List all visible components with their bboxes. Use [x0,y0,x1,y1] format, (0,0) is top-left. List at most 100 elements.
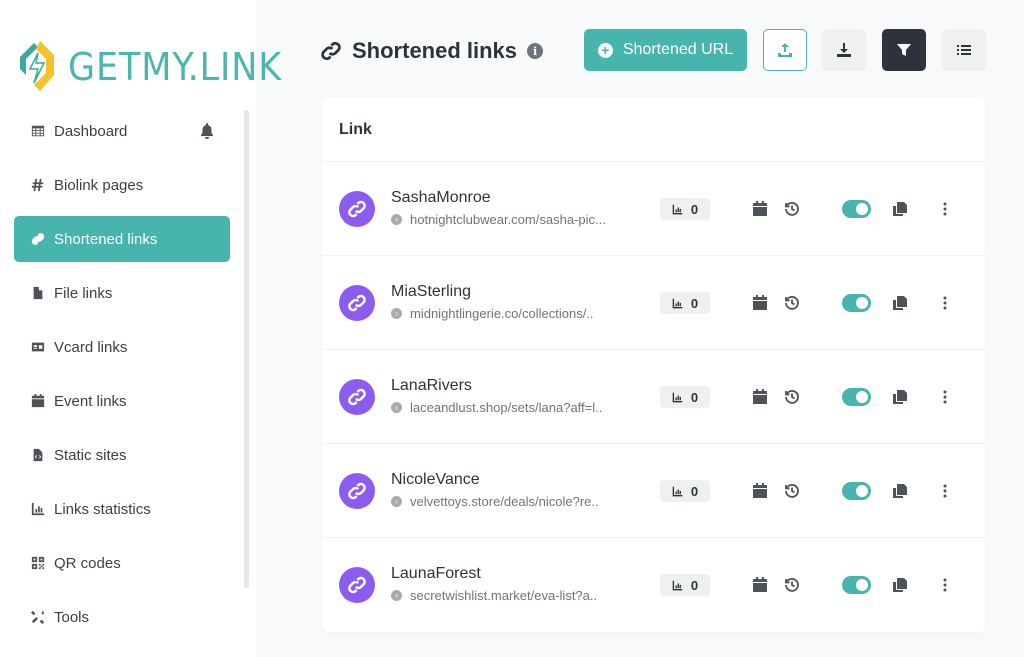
chevron-right-icon: › [391,214,402,225]
link-avatar-icon [339,567,375,603]
sidebar-item-label: Event links [54,392,127,410]
table-icon [30,123,46,139]
upload-button[interactable] [763,29,807,71]
calendar-icon[interactable] [751,388,769,406]
more-vertical-icon[interactable] [936,294,954,312]
download-button[interactable] [822,29,866,71]
history-icon[interactable] [783,576,801,594]
sidebar-item-tools[interactable]: Tools [14,594,230,640]
clicks-count: 0 [690,295,699,311]
clicks-count: 0 [690,577,699,593]
page-header: Shortened links i [320,36,544,66]
table-row: MiaSterling › midnightlingerie.co/collect… [322,256,985,350]
link-name[interactable]: SashaMonroe [391,189,491,207]
file-icon [30,285,46,301]
clicks-count: 0 [690,201,699,217]
link-avatar-icon [339,473,375,509]
link-avatar-icon [339,191,375,227]
clicks-badge[interactable]: 0 [660,198,710,220]
column-header-link: Link [322,98,985,162]
history-icon[interactable] [783,294,801,312]
link-url-text: midnightlingerie.co/collections/.. [410,306,594,321]
sidebar-item-vcard-links[interactable]: Vcard links [14,324,230,370]
tools-icon [30,609,46,625]
link-url-text: laceandlust.shop/sets/lana?aff=l.. [410,400,603,415]
link-name[interactable]: LanaRivers [391,377,472,395]
copy-icon[interactable] [891,200,909,218]
sidebar-scrollbar[interactable] [244,110,249,588]
link-url[interactable]: › midnightlingerie.co/collections/.. [391,306,594,321]
sidebar-item-file-links[interactable]: File links [14,270,230,316]
sidebar-item-shortened-links[interactable]: Shortened links [14,216,230,262]
calendar-icon[interactable] [751,482,769,500]
link-enabled-toggle[interactable] [842,294,871,312]
history-icon[interactable] [783,200,801,218]
link-name[interactable]: LaunaForest [391,565,481,583]
clicks-count: 0 [690,483,699,499]
sidebar-item-links-statistics[interactable]: Links statistics [14,486,230,532]
link-enabled-toggle[interactable] [842,482,871,500]
sidebar-nav: Dashboard Biolink pages Shortened links … [14,108,230,648]
clicks-badge[interactable]: 0 [660,480,710,502]
links-card: Link SashaMonroe › hotnightclubwear.com/s… [322,98,985,632]
download-icon [837,43,851,57]
more-vertical-icon[interactable] [936,576,954,594]
more-vertical-icon[interactable] [936,482,954,500]
table-row: SashaMonroe › hotnightclubwear.com/sasha-… [322,162,985,256]
sidebar-item-qr-codes[interactable]: QR codes [14,540,230,586]
link-name[interactable]: NicoleVance [391,471,480,489]
copy-icon[interactable] [891,388,909,406]
sidebar-item-label: File links [54,284,113,302]
brand-logo[interactable]: GETMY.LINK [12,32,301,102]
sort-list-button[interactable] [942,29,986,71]
link-url[interactable]: › hotnightclubwear.com/sasha-pic... [391,212,606,227]
link-enabled-toggle[interactable] [842,576,871,594]
link-url[interactable]: › laceandlust.shop/sets/lana?aff=l.. [391,400,602,415]
chart-icon [672,580,683,590]
calendar-icon[interactable] [751,294,769,312]
info-icon[interactable]: i [527,43,544,59]
copy-icon[interactable] [891,576,909,594]
table-row: NicoleVance › velvettoys.store/deals/nico… [322,444,985,538]
bell-icon[interactable] [200,123,214,139]
history-icon[interactable] [783,388,801,406]
list-icon [957,45,971,55]
calendar-icon[interactable] [751,576,769,594]
clicks-badge[interactable]: 0 [660,386,710,408]
create-button-label: Shortened URL [622,41,734,58]
chart-icon [672,298,683,308]
copy-icon[interactable] [891,482,909,500]
page-title: Shortened links [352,38,518,63]
link-url-text: hotnightclubwear.com/sasha-pic... [410,212,606,227]
filter-button[interactable] [882,29,926,71]
history-icon[interactable] [783,482,801,500]
chart-icon [672,204,683,214]
link-icon [30,231,46,247]
more-vertical-icon[interactable] [936,200,954,218]
calendar-icon[interactable] [751,200,769,218]
copy-icon[interactable] [891,294,909,312]
link-url-text: velvettoys.store/deals/nicole?re.. [410,494,599,509]
more-vertical-icon[interactable] [936,388,954,406]
sidebar-item-dashboard[interactable]: Dashboard [14,108,230,154]
link-url[interactable]: › secretwishlist.market/eva-list?a.. [391,588,597,603]
create-shortened-url-button[interactable]: + Shortened URL [584,29,747,71]
link-url[interactable]: › velvettoys.store/deals/nicole?re.. [391,494,599,509]
clicks-badge[interactable]: 0 [660,292,710,314]
logo-mark-icon [20,41,54,91]
link-name[interactable]: MiaSterling [391,283,471,301]
link-enabled-toggle[interactable] [842,200,871,218]
link-enabled-toggle[interactable] [842,388,871,406]
sidebar-item-label: Static sites [54,446,127,464]
chevron-right-icon: › [391,590,402,601]
id-card-icon [30,339,46,355]
sidebar-item-label: Vcard links [54,338,128,356]
sidebar-item-biolink-pages[interactable]: Biolink pages [14,162,230,208]
link-icon [320,40,342,62]
sidebar-item-event-links[interactable]: Event links [14,378,230,424]
chevron-right-icon: › [391,496,402,507]
sidebar-item-label: Tools [54,608,90,626]
link-avatar-icon [339,379,375,415]
sidebar-item-static-sites[interactable]: Static sites [14,432,230,478]
clicks-badge[interactable]: 0 [660,574,710,596]
